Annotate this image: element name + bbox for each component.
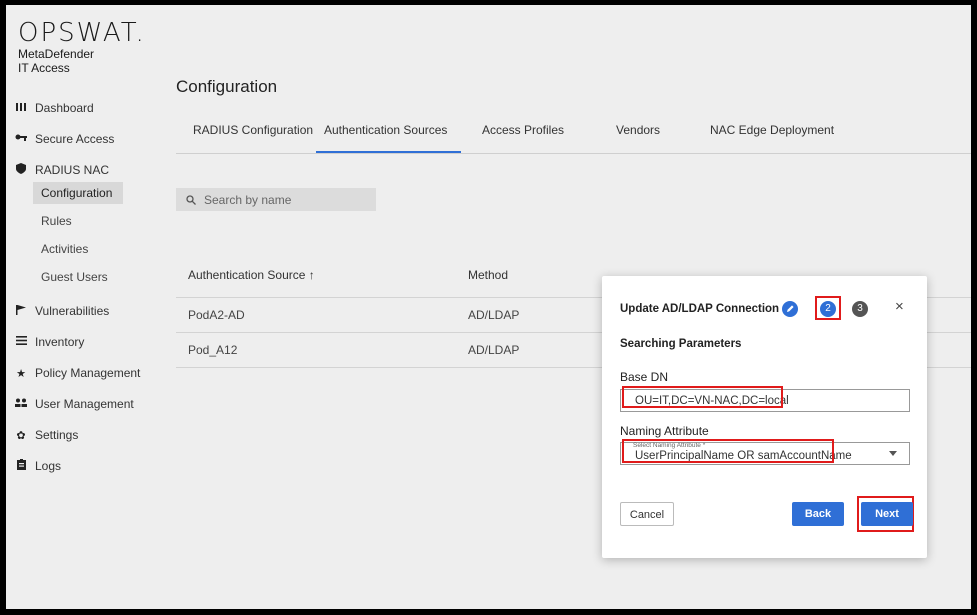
cell-auth-source: PodA2-AD xyxy=(188,308,245,322)
sidebar-item-label: Policy Management xyxy=(35,366,141,380)
sidebar-item-label: Vulnerabilities xyxy=(35,304,110,318)
tab-nac-edge-deployment[interactable]: NAC Edge Deployment xyxy=(710,123,834,137)
cancel-button[interactable]: Cancel xyxy=(620,502,674,526)
sidebar-item-label: Settings xyxy=(35,428,79,442)
sidebar-item-policy-management[interactable]: ★ Policy Management xyxy=(14,362,140,384)
sidebar-item-label: RADIUS NAC xyxy=(35,163,110,177)
step-done-icon xyxy=(782,301,798,317)
sidebar-item-vulnerabilities[interactable]: Vulnerabilities xyxy=(14,300,109,322)
sidebar-item-label: Secure Access xyxy=(35,132,115,146)
flag-icon xyxy=(14,304,28,318)
step-3-indicator: 3 xyxy=(852,301,868,317)
base-dn-label: Base DN xyxy=(620,370,669,384)
sidebar-item-secure-access[interactable]: Secure Access xyxy=(14,128,114,150)
key-icon xyxy=(14,133,28,145)
sidebar-subitem-rules[interactable]: Rules xyxy=(33,210,80,232)
app-window: OPSWAT. MetaDefender IT Access Dashboard… xyxy=(6,5,971,609)
product-name-line2: IT Access xyxy=(18,61,70,75)
brand-logo: OPSWAT. MetaDefender IT Access xyxy=(18,19,146,75)
list-icon xyxy=(14,336,28,348)
sidebar-item-inventory[interactable]: Inventory xyxy=(14,331,84,353)
shield-icon xyxy=(14,163,28,177)
page-title: Configuration xyxy=(176,77,278,96)
gear-icon: ✿ xyxy=(16,429,26,442)
column-header-method[interactable]: Method xyxy=(468,268,508,282)
section-heading: Searching Parameters xyxy=(620,338,742,350)
cell-auth-source: Pod_A12 xyxy=(188,343,238,357)
step-2-indicator: 2 xyxy=(820,301,836,317)
tab-vendors[interactable]: Vendors xyxy=(616,123,660,137)
sidebar-item-label: Dashboard xyxy=(35,101,94,115)
sidebar-item-label: Inventory xyxy=(35,335,85,349)
sidebar-item-label: User Management xyxy=(35,397,134,411)
sidebar-subitem-configuration[interactable]: Configuration xyxy=(33,182,123,204)
sidebar-item-label: Logs xyxy=(35,459,62,473)
clipboard-icon xyxy=(14,459,28,473)
cell-method: AD/LDAP xyxy=(468,308,520,322)
sidebar-item-settings[interactable]: ✿ Settings xyxy=(14,424,78,446)
bar-chart-icon xyxy=(14,102,28,114)
sidebar-item-user-management[interactable]: User Management xyxy=(14,393,134,415)
tab-bar: RADIUS Configuration Authentication Sour… xyxy=(176,117,971,154)
active-tab-indicator xyxy=(316,151,461,153)
sidebar-item-dashboard[interactable]: Dashboard xyxy=(14,97,94,119)
pencil-icon xyxy=(787,305,794,312)
back-button[interactable]: Back xyxy=(792,502,844,526)
naming-attribute-highlight xyxy=(622,439,834,463)
star-icon: ★ xyxy=(16,367,26,380)
naming-attribute-label: Naming Attribute xyxy=(620,424,709,438)
chevron-down-icon[interactable] xyxy=(889,451,897,456)
search-icon xyxy=(186,194,196,205)
search-input[interactable]: Search by name xyxy=(204,193,291,207)
tab-access-profiles[interactable]: Access Profiles xyxy=(482,123,564,137)
sidebar-subitem-activities[interactable]: Activities xyxy=(33,238,96,260)
product-name-line1: MetaDefender xyxy=(18,47,95,61)
base-dn-highlight xyxy=(622,386,783,408)
tab-radius-configuration[interactable]: RADIUS Configuration xyxy=(193,123,313,137)
close-icon[interactable]: × xyxy=(895,298,904,315)
sidebar-subitem-guest-users[interactable]: Guest Users xyxy=(33,266,116,288)
users-icon xyxy=(14,398,28,410)
column-header-auth-source[interactable]: Authentication Source ↑ xyxy=(188,268,315,282)
opswat-logo: OPSWAT. xyxy=(18,18,146,48)
sidebar-item-radius-nac[interactable]: RADIUS NAC xyxy=(14,159,109,181)
update-ldap-dialog: Update AD/LDAP Connection 2 3 × Searchin… xyxy=(602,276,927,558)
cell-method: AD/LDAP xyxy=(468,343,520,357)
tab-authentication-sources[interactable]: Authentication Sources xyxy=(324,123,447,137)
search-box[interactable]: Search by name xyxy=(176,188,376,211)
next-button[interactable]: Next xyxy=(861,502,913,526)
dialog-title: Update AD/LDAP Connection xyxy=(620,303,780,315)
sidebar-item-logs[interactable]: Logs xyxy=(14,455,61,477)
